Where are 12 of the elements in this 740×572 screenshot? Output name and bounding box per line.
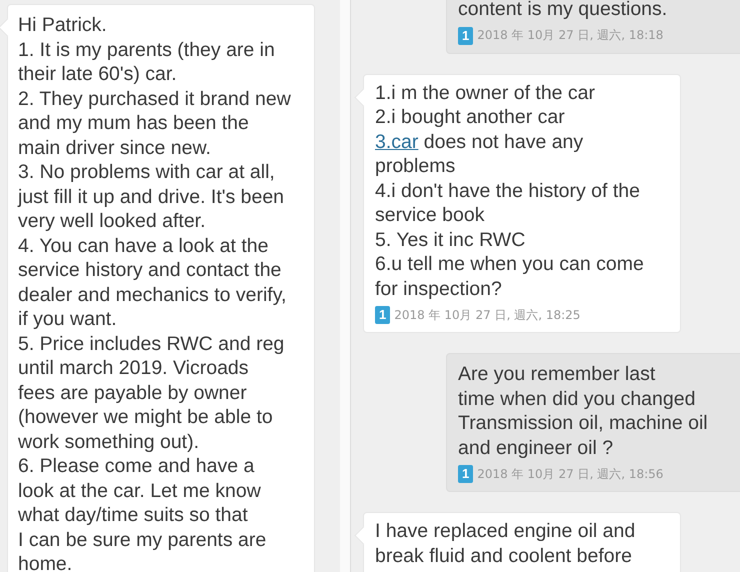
message-link[interactable]: 3.car — [375, 130, 418, 152]
sim-badge: 1 — [458, 26, 474, 44]
message-text: Are you remember last time when did you changed Transmission oil, machine oil and engineer oil ? — [458, 362, 709, 460]
sim-badge: 1 — [375, 306, 390, 324]
message-text: I have replaced engine oil and break fluid and coolent before — [375, 519, 636, 568]
message-text: 1.i m the owner of the car 2.i bought another car 3.car does not have any problems 4.i don't have the history of the service book 5. Yes it inc RWC 6.u tell me when you can come for inspection? — [375, 80, 645, 301]
sim-badge: 1 — [458, 465, 474, 483]
message-text: content is my questions. — [458, 0, 668, 22]
message-time: 2018 年 10月 27 日, 週六, 18:18 — [477, 27, 664, 44]
message-time: 2018 年 10月 27 日, 週六, 18:56 — [477, 466, 664, 482]
message-time: 2018 年 10月 27 日, 週六, 18:25 — [394, 306, 580, 324]
message-text: Hi Patrick. 1. It is my parents (they are in their late 60's) car. 2. They purchased it brand new and my mum has been the main driver since new. 3. No problems with car at all, just fill it up and drive. It's been very well looked after. 4. You can have a look at the service history and contact the dealer and mechanics to verify, if you want. 5. Price includes RWC and reg until march 2019. Vicroads fees are payable by owner (however we might be able to work something out). 6. Please come and have a look at the car. Let me know what day/time suits so that I can be sure my parents are home. — [18, 13, 292, 572]
